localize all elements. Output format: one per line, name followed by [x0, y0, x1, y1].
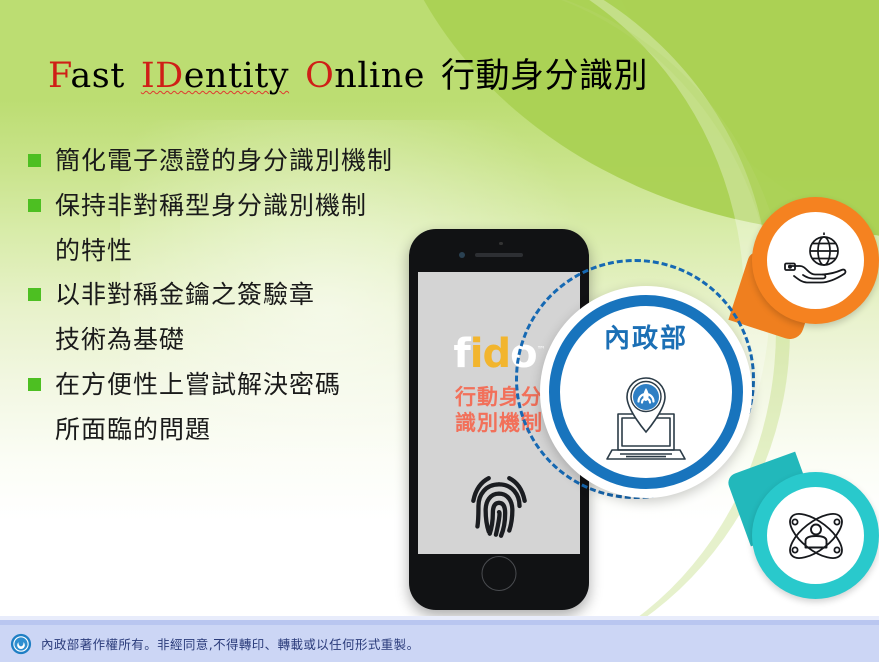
bullet-marker-icon	[28, 154, 41, 167]
footer-copyright-text: 內政部著作權所有。非經同意,不得轉印、轉載或以任何形式重製。	[41, 637, 420, 652]
bullet-list: 簡化電子憑證的身分識別機制 保持非對稱型身分識別機制 的特性 以非對稱金鑰之簽驗…	[28, 142, 428, 455]
atom-person-icon	[788, 512, 843, 559]
badge-teal-inner	[767, 487, 864, 584]
bullet-text: 保持非對稱型身分識別機制	[55, 190, 368, 220]
title-word2-rest: entity	[183, 56, 290, 96]
badge-orange[interactable]	[728, 197, 879, 343]
slide-canvas: Fast IDentity Online 行動身分識別 簡化電子憑證的身分識別機制 保…	[0, 0, 879, 620]
title-word1-rest: ast	[70, 56, 125, 96]
badge-main-ministry[interactable]: 內政部	[540, 286, 752, 498]
fido-logo-d: d	[482, 331, 512, 377]
bullet-text: 的特性	[55, 235, 134, 265]
moi-swirl-logo-icon	[10, 633, 32, 654]
title-word3-cap: O	[305, 56, 335, 96]
badge-orange-inner	[767, 212, 864, 309]
bullet-text: 在方便性上嘗試解決密碼	[55, 369, 342, 399]
page-title: Fast IDentity Online 行動身分識別	[48, 58, 648, 95]
badge-teal[interactable]	[725, 451, 879, 599]
phone-home-button[interactable]	[481, 556, 517, 591]
fido-logo-i: i	[469, 331, 484, 377]
list-item: 在方便性上嘗試解決密碼	[28, 366, 428, 405]
bullet-text: 簡化電子憑證的身分識別機制	[55, 146, 394, 175]
list-item: 簡化電子憑證的身分識別機制	[28, 142, 428, 181]
phone-camera-icon	[459, 252, 465, 258]
laptop-location-fingerprint-icon	[606, 377, 686, 460]
title-chinese: 行動身分識別	[440, 56, 648, 96]
phone-mic-icon	[499, 242, 503, 245]
list-item: 保持非對稱型身分識別機制	[28, 187, 428, 226]
bullet-text: 所面臨的問題	[55, 414, 212, 444]
phone-speaker-icon	[475, 253, 523, 257]
bullet-text: 以非對稱金鑰之簽驗章	[55, 280, 316, 310]
fingerprint-icon	[471, 476, 527, 538]
list-item: 的特性	[28, 232, 428, 271]
bullet-marker-icon	[28, 288, 41, 302]
bullet-marker-icon	[28, 198, 41, 212]
bullet-text: 技術為基礎	[55, 325, 186, 354]
footer-bar: 內政部著作權所有。非經同意,不得轉印、轉載或以任何形式重製。	[0, 620, 879, 662]
list-item: 以非對稱金鑰之簽驗章	[28, 276, 428, 315]
list-item: 所面臨的問題	[28, 411, 428, 450]
hand-holding-globe-icon	[783, 232, 846, 283]
title-word2-cap: ID	[140, 56, 184, 96]
list-item: 技術為基礎	[28, 321, 428, 360]
fido-logo-f: f	[453, 331, 470, 377]
title-word3-rest: nline	[334, 56, 425, 96]
badge-main-label: 內政部	[603, 324, 688, 354]
bullet-marker-icon	[28, 377, 41, 391]
title-word1-cap: F	[48, 56, 71, 96]
badge-orange-disc	[752, 197, 879, 324]
badge-teal-disc	[752, 472, 879, 599]
